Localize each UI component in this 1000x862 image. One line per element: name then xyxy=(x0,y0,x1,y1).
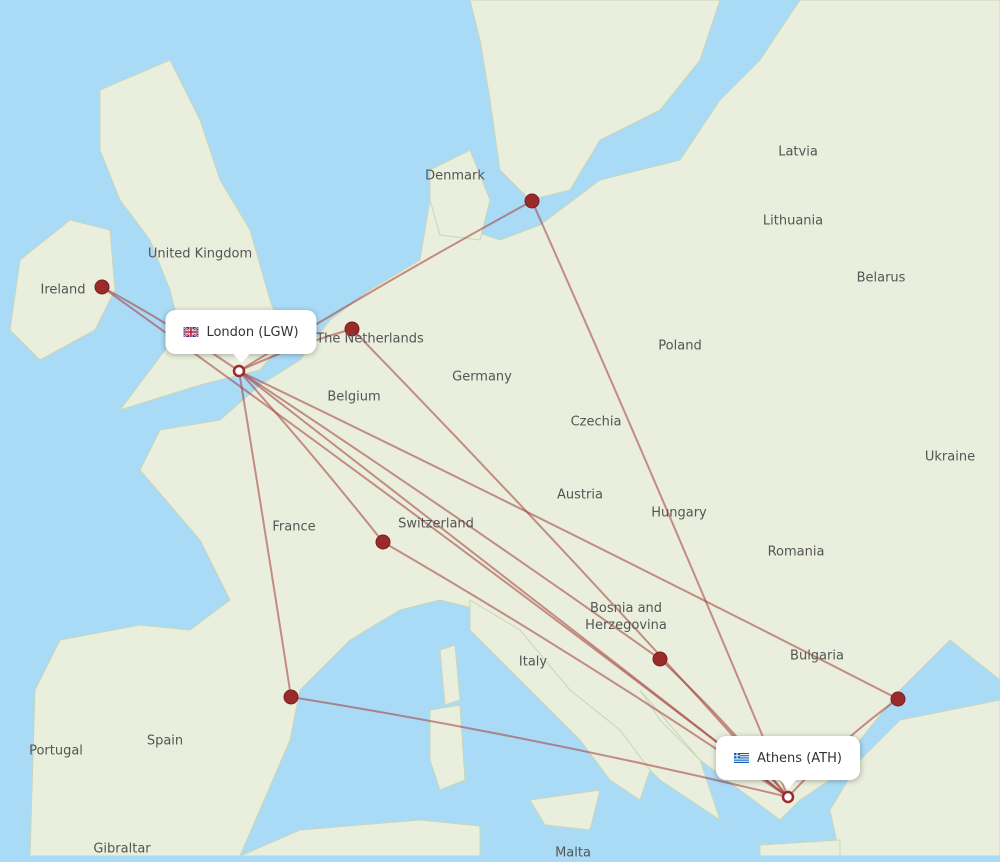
airport-marker[interactable] xyxy=(283,689,299,705)
country-label: Italy xyxy=(518,654,548,670)
country-label: Austria xyxy=(557,487,603,503)
country-label: Malta xyxy=(555,845,591,861)
origin-label: London (LGW) xyxy=(206,324,299,340)
country-label: Bosnia and Herzegovina xyxy=(585,601,667,633)
airport-marker[interactable] xyxy=(94,279,110,295)
airport-marker[interactable] xyxy=(375,534,391,550)
country-label: The Netherlands xyxy=(316,331,424,347)
country-label: Czechia xyxy=(570,414,622,430)
uk-flag-icon xyxy=(183,327,199,337)
country-label: Belarus xyxy=(856,270,906,286)
land xyxy=(9,0,1000,856)
destination-callout[interactable]: Athens (ATH) xyxy=(716,736,860,789)
country-label: Gibraltar xyxy=(93,841,151,857)
destination-label: Athens (ATH) xyxy=(757,750,842,766)
country-label: Hungary xyxy=(651,505,707,521)
origin-callout[interactable]: London (LGW) xyxy=(165,310,317,363)
country-label: Portugal xyxy=(29,743,83,759)
country-label: United Kingdom xyxy=(147,246,253,262)
country-label: Poland xyxy=(658,338,702,354)
airport-marker[interactable] xyxy=(524,193,540,209)
map-canvas[interactable] xyxy=(0,0,1000,856)
country-label: Ukraine xyxy=(924,449,976,465)
country-label: Bulgaria xyxy=(790,648,844,664)
country-label: Latvia xyxy=(778,144,818,160)
greece-flag-icon xyxy=(734,753,750,763)
athens-marker[interactable] xyxy=(781,790,795,804)
airport-marker[interactable] xyxy=(890,691,906,707)
country-label: Ireland xyxy=(40,282,86,298)
country-label: Lithuania xyxy=(762,213,824,229)
airport-marker[interactable] xyxy=(652,651,668,667)
country-label: Romania xyxy=(767,544,825,560)
london-marker[interactable] xyxy=(232,364,246,378)
country-label: Spain xyxy=(146,733,184,749)
country-label: Switzerland xyxy=(398,516,474,532)
country-label: Germany xyxy=(452,369,512,385)
country-label: Denmark xyxy=(425,168,485,184)
country-label: France xyxy=(272,519,316,535)
country-label: Belgium xyxy=(327,389,381,405)
